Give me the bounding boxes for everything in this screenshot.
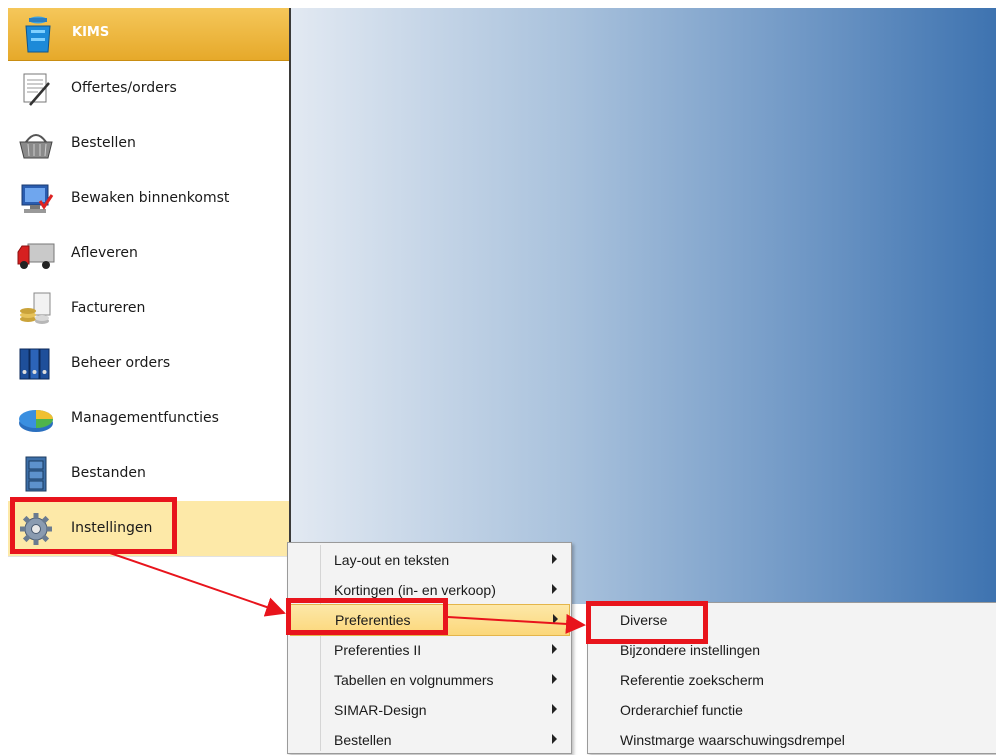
sidebar-item-bestellen[interactable]: Bestellen bbox=[8, 116, 289, 172]
menu-item-preferenties-ii[interactable]: Preferenties II bbox=[290, 635, 568, 665]
pie-chart-icon bbox=[16, 399, 56, 439]
document-pen-icon bbox=[16, 69, 56, 109]
sidebar-item-label: Bewaken binnenkomst bbox=[71, 190, 230, 206]
submenu-item-label: Orderarchief functie bbox=[620, 702, 743, 718]
menu-item-tabellen-volgnummers[interactable]: Tabellen en volgnummers bbox=[290, 665, 568, 695]
kims-bin-icon bbox=[21, 14, 55, 54]
menu-item-label: Lay-out en teksten bbox=[334, 552, 450, 568]
submenu-item-winstmarge[interactable]: Winstmarge waarschuwingsdrempel bbox=[590, 725, 995, 755]
sidebar-item-bestanden[interactable]: Bestanden bbox=[8, 446, 289, 502]
kims-window: KIMS Offertes/orders Bestellen Bewaken b… bbox=[0, 0, 996, 754]
menu-item-simar-design[interactable]: SIMAR-Design bbox=[290, 695, 568, 725]
submenu-item-referentie-zoekscherm[interactable]: Referentie zoekscherm bbox=[590, 665, 995, 695]
submenu-item-orderarchief-functie[interactable]: Orderarchief functie bbox=[590, 695, 995, 725]
submenu-item-label: Referentie zoekscherm bbox=[620, 672, 764, 688]
sidebar-item-offertes-orders[interactable]: Offertes/orders bbox=[8, 61, 289, 117]
submenu-arrow-icon bbox=[552, 554, 557, 564]
file-cabinet-icon bbox=[16, 454, 56, 494]
submenu-item-label: Bijzondere instellingen bbox=[620, 642, 761, 658]
sidebar-item-label: Managementfuncties bbox=[71, 410, 219, 426]
app-title: KIMS bbox=[72, 25, 110, 40]
menu-item-label: Kortingen (in- en verkoop) bbox=[334, 582, 496, 598]
submenu-arrow-icon bbox=[552, 584, 557, 594]
sidebar-item-afleveren[interactable]: Afleveren bbox=[8, 226, 289, 282]
submenu-arrow-icon bbox=[552, 734, 557, 744]
sidebar-item-label: Bestanden bbox=[71, 465, 146, 481]
instellingen-menu: Lay-out en teksten Kortingen (in- en ver… bbox=[287, 542, 572, 754]
sidebar-item-factureren[interactable]: Factureren bbox=[8, 281, 289, 337]
highlight-box-preferenties bbox=[286, 598, 448, 635]
sidebar: KIMS Offertes/orders Bestellen Bewaken b… bbox=[8, 8, 291, 746]
submenu-arrow-icon bbox=[552, 674, 557, 684]
submenu-arrow-icon bbox=[553, 614, 558, 624]
submenu-arrow-icon bbox=[552, 644, 557, 654]
shopping-basket-icon bbox=[16, 124, 56, 164]
menu-item-bestellen[interactable]: Bestellen bbox=[290, 725, 568, 755]
sidebar-item-beheer-orders[interactable]: Beheer orders bbox=[8, 336, 289, 392]
truck-icon bbox=[16, 234, 56, 274]
menu-item-label: Preferenties II bbox=[334, 642, 422, 658]
sidebar-item-label: Offertes/orders bbox=[71, 80, 177, 96]
sidebar-header[interactable]: KIMS bbox=[8, 8, 289, 61]
menu-item-label: Tabellen en volgnummers bbox=[334, 672, 494, 688]
sidebar-item-label: Factureren bbox=[71, 300, 146, 316]
coins-icon bbox=[16, 289, 56, 329]
content-background-panel bbox=[291, 8, 996, 604]
sidebar-item-label: Beheer orders bbox=[71, 355, 171, 371]
highlight-box-diverse bbox=[586, 601, 708, 644]
monitor-check-icon bbox=[16, 179, 56, 219]
sidebar-item-label: Afleveren bbox=[71, 245, 138, 261]
menu-item-layout-teksten[interactable]: Lay-out en teksten bbox=[290, 545, 568, 575]
binders-icon bbox=[16, 344, 56, 384]
highlight-box-instellingen bbox=[10, 497, 177, 554]
sidebar-item-label: Bestellen bbox=[71, 135, 136, 151]
sidebar-item-managementfuncties[interactable]: Managementfuncties bbox=[8, 391, 289, 447]
menu-item-label: SIMAR-Design bbox=[334, 702, 427, 718]
sidebar-item-bewaken-binnenkomst[interactable]: Bewaken binnenkomst bbox=[8, 171, 289, 227]
submenu-arrow-icon bbox=[552, 704, 557, 714]
